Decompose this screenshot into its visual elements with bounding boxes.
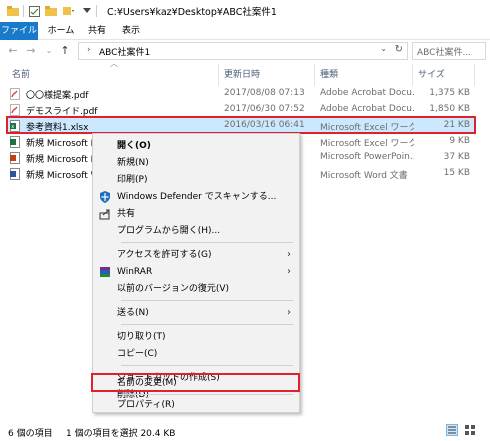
column-header-modified[interactable]: 更新日時 [224, 66, 260, 84]
menu-item-share[interactable]: 共有 [93, 205, 299, 223]
menu-item-share-label: 共有 [117, 209, 136, 219]
menu-item-give-access[interactable]: アクセスを許可する(G) › [93, 246, 299, 264]
properties-quick-icon[interactable] [27, 4, 41, 18]
menu-item-defender[interactable]: Windows Defender でスキャンする... [93, 188, 299, 206]
menu-item-send-to[interactable]: 送る(N) › [93, 304, 299, 322]
folder-app-icon [6, 4, 20, 18]
large-icons-view-icon[interactable] [464, 424, 476, 439]
column-header-name[interactable]: 名前 [12, 66, 30, 84]
new-folder-quick-icon[interactable] [44, 4, 58, 18]
menu-item-print[interactable]: 印刷(P) [93, 171, 299, 189]
pdf-icon [10, 104, 20, 116]
window-title: C:¥Users¥kaz¥Desktop¥ABC社案件1 [107, 7, 277, 18]
customize-quick-access-icon[interactable] [62, 4, 76, 18]
selected-row-highlight-box [6, 116, 476, 134]
winrar-icon [99, 266, 111, 278]
status-bar: 6 個の項目 1 個の項目を選択 20.4 KB [0, 421, 490, 441]
menu-item-defender-label: Windows Defender でスキャンする... [117, 192, 277, 202]
breadcrumb-separator-icon: › [87, 45, 91, 55]
status-item-count: 6 個の項目 [8, 429, 53, 439]
file-row[interactable]: 〇〇様提案.pdf 2017/08/08 07:13 Adobe Acrobat… [6, 86, 476, 102]
excel-icon [10, 136, 20, 148]
pdf-icon [10, 88, 20, 100]
recent-locations-chevron-icon[interactable]: ⌄ [42, 44, 56, 58]
menu-item-open-with[interactable]: プログラムから開く(H)... [93, 222, 299, 240]
forward-arrow-icon[interactable]: → [24, 44, 38, 58]
tab-share[interactable]: 共有 [84, 22, 110, 40]
details-view-icon[interactable] [446, 424, 458, 439]
search-input[interactable]: ABC社案件... [412, 42, 486, 60]
title-bar: C:¥Users¥kaz¥Desktop¥ABC社案件1 [0, 0, 490, 22]
tab-file[interactable]: ファイル [0, 22, 38, 40]
menu-item-winrar[interactable]: WinRAR › [93, 263, 299, 281]
file-size: 15 KB [443, 168, 470, 178]
address-bar[interactable]: › ABC社案件1 ⌄ ↻ [78, 42, 408, 60]
file-modified: 2017/08/08 07:13 [224, 88, 305, 98]
file-modified: 2017/06/30 07:52 [224, 104, 305, 114]
context-menu: 開く(O) 新規(N) 印刷(P) Windows Defender でスキャン… [92, 133, 300, 413]
back-arrow-icon[interactable]: ← [6, 44, 20, 58]
file-size: 1,850 KB [429, 104, 470, 114]
share-icon [99, 208, 111, 220]
file-size: 37 KB [443, 152, 470, 162]
sort-indicator-icon: ︿ [110, 59, 118, 68]
tab-view[interactable]: 表示 [118, 22, 144, 40]
file-type: Adobe Acrobat Docu... [320, 104, 414, 114]
file-type: Microsoft Word 文書 [320, 171, 408, 181]
file-type: Microsoft PowerPoin... [320, 152, 414, 162]
menu-item-copy[interactable]: コピー(C) [93, 345, 299, 363]
chevron-right-icon: › [287, 266, 291, 277]
rename-highlight-box [91, 373, 300, 392]
menu-item-restore-previous[interactable]: 以前のバージョンの復元(V) [93, 280, 299, 298]
column-header-size[interactable]: サイズ [418, 66, 445, 84]
file-name: 新規 Microsoft W [26, 171, 96, 181]
menu-item-winrar-label: WinRAR [117, 267, 153, 277]
file-name: 〇〇様提案.pdf [26, 91, 89, 101]
chevron-right-icon: › [287, 307, 291, 318]
file-type: Adobe Acrobat Docu... [320, 88, 414, 98]
word-icon [10, 168, 20, 180]
file-size: 9 KB [449, 136, 470, 146]
windows-defender-icon [99, 191, 111, 203]
status-selection: 1 個の項目を選択 20.4 KB [66, 429, 176, 439]
file-type: Microsoft Excel ワーク... [320, 139, 414, 149]
column-header-type[interactable]: 種類 [320, 66, 338, 84]
chevron-down-icon[interactable] [80, 4, 94, 18]
file-name: 新規 Microsoft Ex [26, 139, 96, 149]
chevron-right-icon: › [287, 249, 291, 260]
breadcrumb[interactable]: ABC社案件1 [99, 45, 150, 58]
menu-item-cut[interactable]: 切り取り(T) [93, 328, 299, 346]
ribbon-tabs: ファイル ホーム 共有 表示 [0, 22, 490, 40]
menu-item-new[interactable]: 新規(N) [93, 154, 299, 172]
search-placeholder: ABC社案件... [417, 48, 472, 58]
menu-item-send-to-label: 送る(N) [117, 308, 149, 318]
menu-item-open[interactable]: 開く(O) [93, 137, 299, 155]
tab-home[interactable]: ホーム [44, 22, 78, 40]
file-size: 1,375 KB [429, 88, 470, 98]
menu-item-give-access-label: アクセスを許可する(G) [117, 250, 212, 260]
menu-item-properties[interactable]: プロパティ(R) [93, 396, 299, 414]
navigation-bar: ← → ⌄ ↑ › ABC社案件1 ⌄ ↻ ABC社案件... [0, 40, 490, 62]
file-name: 新規 Microsoft Po [26, 155, 96, 165]
up-arrow-icon[interactable]: ↑ [58, 44, 72, 58]
refresh-icon[interactable]: ↻ [395, 44, 403, 55]
powerpoint-icon [10, 152, 20, 164]
address-dropdown-icon[interactable]: ⌄ [380, 44, 387, 53]
